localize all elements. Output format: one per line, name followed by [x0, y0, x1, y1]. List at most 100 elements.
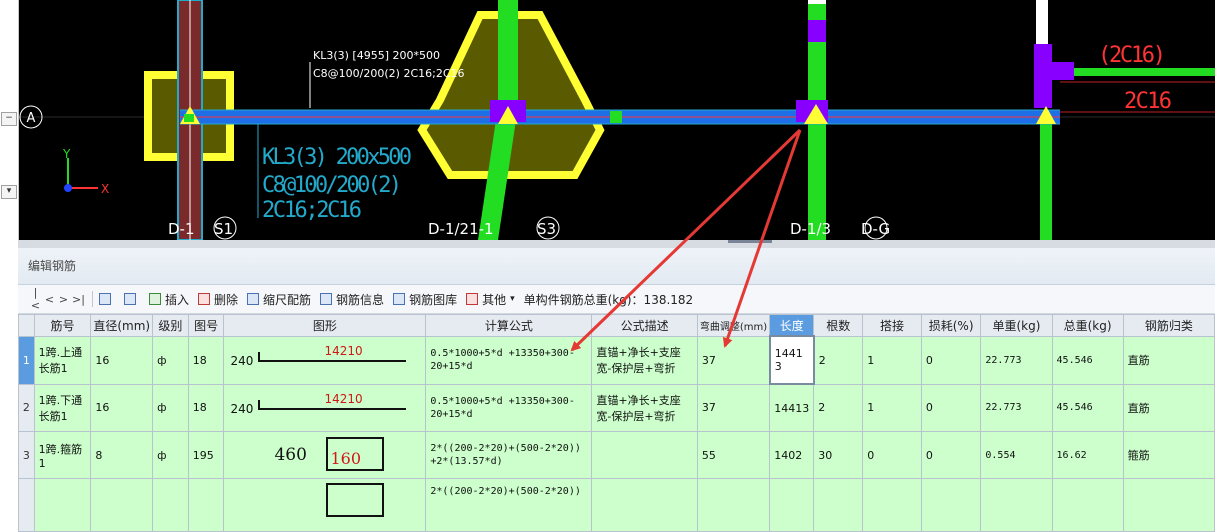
cell-lap[interactable]: [862, 478, 922, 532]
row-number[interactable]: 1: [18, 335, 35, 385]
col-header-bend-adjust[interactable]: 弯曲调整(mm): [696, 314, 771, 337]
cell-length[interactable]: 1402: [769, 431, 815, 479]
cell-total-weight[interactable]: 45.546: [1051, 383, 1124, 432]
cell-grade[interactable]: ф: [152, 383, 189, 432]
cell-formula[interactable]: 0.5*1000+5*d +13350+300-20+15*d: [425, 383, 593, 432]
cell-diameter[interactable]: [90, 478, 154, 532]
move-down-button[interactable]: [124, 293, 140, 305]
cell-count[interactable]: 30: [813, 431, 864, 479]
cell-count[interactable]: 2: [813, 383, 864, 432]
cell-formula[interactable]: 0.5*1000+5*d +13350+300-20+15*d: [425, 335, 593, 385]
column-4-rebar[interactable]: [1040, 120, 1052, 240]
cell-grade[interactable]: ф: [152, 335, 189, 385]
cell-bend-adjust[interactable]: 37: [696, 383, 771, 432]
expand-icon[interactable]: ▾: [1, 185, 17, 199]
cell-category[interactable]: 直筋: [1122, 383, 1215, 432]
cell-formula-desc[interactable]: [591, 431, 698, 479]
cell-loss[interactable]: 0: [920, 335, 982, 385]
cell-diameter[interactable]: 8: [90, 431, 154, 479]
cell-total-weight[interactable]: 16.62: [1051, 431, 1124, 479]
cell-shape[interactable]: 240 14210: [223, 335, 427, 385]
table-row[interactable]: 2 1跨.下通长筋1 16 ф 18 240 14210 0.5*1000+5*…: [18, 383, 1215, 432]
rebar-grid[interactable]: 筋号 直径(mm) 级别 图号 图形 计算公式 公式描述 弯曲调整(mm) 长度…: [18, 314, 1215, 532]
table-row[interactable]: 1 1跨.上通长筋1 16 ф 18 240 14210 0.5*1000+5*…: [18, 335, 1215, 385]
cell-length[interactable]: 14413: [769, 383, 815, 432]
cell-name[interactable]: 1跨.下通长筋1: [33, 383, 92, 432]
move-up-button[interactable]: [99, 293, 115, 305]
col-header-grade[interactable]: 级别: [152, 314, 189, 337]
cell-formula-desc[interactable]: 直锚+净长+支座宽-保护层+弯折: [591, 335, 698, 385]
cell-bend-adjust[interactable]: 37: [696, 335, 771, 385]
cell-name[interactable]: [33, 478, 92, 532]
cell-grade[interactable]: [152, 478, 189, 532]
rebar-table[interactable]: 筋号 直径(mm) 级别 图号 图形 计算公式 公式描述 弯曲调整(mm) 长度…: [18, 314, 1215, 532]
cell-length[interactable]: [769, 478, 815, 532]
cell-unit-weight[interactable]: 22.773: [980, 335, 1053, 385]
cell-formula-desc[interactable]: 直锚+净长+支座宽-保护层+弯折: [591, 383, 698, 432]
table-row[interactable]: 2*((200-2*20)+(500-2*20)): [18, 478, 1215, 532]
table-row[interactable]: 3 1跨.箍筋1 8 ф 195 460 160 2*((200-2*20)+(…: [18, 431, 1215, 479]
cell-diameter[interactable]: 16: [90, 383, 154, 432]
first-record-button[interactable]: |<: [30, 286, 41, 312]
cell-lap[interactable]: 0: [862, 431, 922, 479]
cell-category[interactable]: [1122, 478, 1215, 532]
cell-length[interactable]: 14413: [768, 335, 815, 385]
cell-lap[interactable]: 1: [862, 335, 922, 385]
rebar-info-button[interactable]: 钢筋信息: [320, 291, 384, 308]
col-header-formula-desc[interactable]: 公式描述: [591, 314, 698, 337]
cell-figure-no[interactable]: 18: [187, 383, 225, 432]
collapse-icon[interactable]: −: [1, 112, 17, 126]
cell-shape[interactable]: 460 160: [223, 431, 427, 479]
cell-formula-desc[interactable]: [591, 478, 698, 532]
cell-category[interactable]: 直筋: [1122, 335, 1215, 385]
cell-loss[interactable]: [920, 478, 982, 532]
cell-name[interactable]: 1跨.箍筋1: [33, 431, 92, 479]
cell-bend-adjust[interactable]: 55: [696, 431, 771, 479]
col-header-shape[interactable]: 图形: [223, 314, 427, 337]
cell-shape[interactable]: [223, 478, 427, 532]
cell-name[interactable]: 1跨.上通长筋1: [33, 335, 92, 385]
cad-canvas[interactable]: A Y X KL3(3) [4955] 200*500 C8@100/200(2…: [0, 0, 1215, 240]
cell-count[interactable]: 2: [813, 335, 864, 385]
col-header-unit-weight[interactable]: 单重(kg): [980, 314, 1053, 337]
drawing-svg[interactable]: A Y X KL3(3) [4955] 200*500 C8@100/200(2…: [0, 0, 1215, 240]
row-number[interactable]: 3: [18, 431, 35, 479]
cell-loss[interactable]: 0: [920, 431, 982, 479]
other-menu-button[interactable]: 其他 ▾: [466, 291, 515, 308]
next-record-button[interactable]: >: [58, 293, 69, 306]
last-record-button[interactable]: >|: [72, 293, 85, 306]
cell-shape[interactable]: 240 14210: [223, 383, 427, 432]
cell-figure-no[interactable]: 18: [187, 335, 225, 385]
cell-category[interactable]: 箍筋: [1122, 431, 1215, 479]
cell-unit-weight[interactable]: 0.554: [980, 431, 1053, 479]
cell-lap[interactable]: 1: [862, 383, 922, 432]
col-header-category[interactable]: 钢筋归类: [1122, 314, 1215, 337]
splitter-grip-icon[interactable]: [728, 240, 772, 243]
col-header-length[interactable]: 长度: [769, 314, 815, 337]
col-header-diameter[interactable]: 直径(mm): [90, 314, 154, 337]
cell-count[interactable]: [813, 478, 864, 532]
cell-total-weight[interactable]: 45.546: [1051, 335, 1124, 385]
scale-rebar-button[interactable]: 缩尺配筋: [247, 291, 311, 308]
cell-formula[interactable]: 2*((200-2*20)+(500-2*20)) +2*(13.57*d): [425, 431, 593, 479]
insert-button[interactable]: 插入: [149, 291, 189, 308]
cell-unit-weight[interactable]: [980, 478, 1053, 532]
cell-total-weight[interactable]: [1051, 478, 1124, 532]
cell-diameter[interactable]: 16: [90, 335, 154, 385]
cell-figure-no[interactable]: [187, 478, 225, 532]
row-number[interactable]: 2: [18, 383, 35, 432]
cell-bend-adjust[interactable]: [696, 478, 771, 532]
cell-loss[interactable]: 0: [920, 383, 982, 432]
cell-unit-weight[interactable]: 22.773: [980, 383, 1053, 432]
col-header-name[interactable]: 筋号: [33, 314, 92, 337]
col-header-figure-no[interactable]: 图号: [187, 314, 225, 337]
col-header-lap[interactable]: 搭接: [862, 314, 922, 337]
prev-record-button[interactable]: <: [44, 293, 55, 306]
delete-button[interactable]: 删除: [198, 291, 238, 308]
col-header-total-weight[interactable]: 总重(kg): [1051, 314, 1124, 337]
col-header-loss[interactable]: 损耗(%): [920, 314, 982, 337]
cell-figure-no[interactable]: 195: [187, 431, 225, 479]
col-header-count[interactable]: 根数: [813, 314, 864, 337]
rebar-library-button[interactable]: 钢筋图库: [393, 291, 457, 308]
cell-formula[interactable]: 2*((200-2*20)+(500-2*20)): [425, 478, 593, 532]
